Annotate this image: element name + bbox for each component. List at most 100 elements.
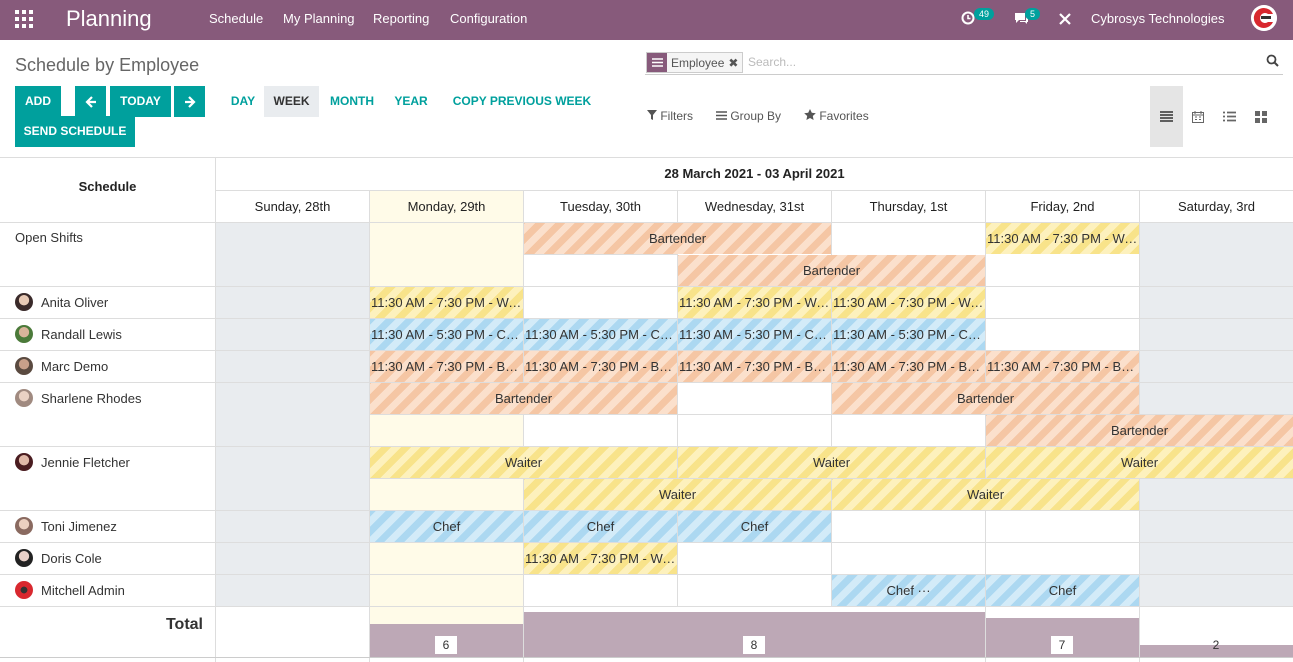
day-header: Tuesday, 30th bbox=[560, 199, 641, 214]
shift-pill[interactable]: 11:30 AM - 7:30 PM - Wa... bbox=[986, 223, 1139, 254]
shift-pill[interactable]: 11:30 AM - 5:30 PM - Chef bbox=[832, 319, 985, 350]
favorites-menu[interactable]: Favorites bbox=[804, 109, 869, 123]
search-input[interactable]: Search... bbox=[748, 55, 796, 69]
shift-pill[interactable]: 11:30 AM - 7:30 PM - Wa... bbox=[678, 287, 831, 318]
shift-pill[interactable]: 11:30 AM - 7:30 PM - Bar... bbox=[986, 351, 1139, 382]
messages-badge: 5 bbox=[1025, 8, 1041, 20]
scale-week[interactable]: WEEK bbox=[264, 86, 319, 117]
debug-tools-icon[interactable] bbox=[1058, 12, 1072, 29]
avatar bbox=[15, 517, 33, 535]
row-mitchell-admin[interactable]: Mitchell Admin bbox=[15, 581, 125, 599]
send-schedule-button[interactable]: SEND SCHEDULE bbox=[15, 116, 135, 147]
grid-line bbox=[0, 606, 1293, 607]
shift-pill[interactable]: Waiter bbox=[678, 447, 985, 478]
shift-pill[interactable]: 11:30 AM - 7:30 PM - Wa... bbox=[524, 543, 677, 574]
filters-menu[interactable]: Filters bbox=[647, 109, 693, 123]
row-toni-jimenez[interactable]: Toni Jimenez bbox=[15, 517, 117, 535]
filters-label: Filters bbox=[660, 109, 694, 123]
scale-year[interactable]: YEAR bbox=[389, 86, 433, 117]
row-randall-lewis[interactable]: Randall Lewis bbox=[15, 325, 122, 343]
control-panel: Schedule by Employee ADD TODAY SEND SCHE… bbox=[0, 40, 1293, 158]
row-jennie-fletcher[interactable]: Jennie Fletcher bbox=[15, 453, 130, 471]
shift-pill[interactable]: Chef bbox=[524, 511, 677, 542]
day-header: Monday, 29th bbox=[407, 199, 486, 214]
grid-line bbox=[216, 190, 1293, 191]
view-gantt-icon[interactable] bbox=[1150, 86, 1183, 147]
shift-pill[interactable]: Bartender bbox=[370, 383, 677, 414]
activity-badge: 49 bbox=[974, 8, 995, 20]
shift-pill[interactable]: 11:30 AM - 5:30 PM - Chef bbox=[370, 319, 523, 350]
shift-pill[interactable]: Bartender bbox=[986, 415, 1293, 446]
shift-pill[interactable]: 11:30 AM - 7:30 PM - Bar... bbox=[832, 351, 985, 382]
copy-previous-week-button[interactable]: COPY PREVIOUS WEEK bbox=[448, 86, 596, 117]
total-label: Total bbox=[165, 616, 203, 633]
shift-pill[interactable]: Chef bbox=[986, 575, 1139, 606]
apps-menu-icon[interactable] bbox=[15, 10, 33, 28]
grid-line bbox=[0, 286, 1293, 287]
shift-pill[interactable]: 11:30 AM - 5:30 PM - Chef bbox=[524, 319, 677, 350]
today-column bbox=[370, 190, 523, 657]
row-open-shifts[interactable]: Open Shifts bbox=[15, 230, 83, 245]
shift-pill[interactable]: 11:30 AM - 7:30 PM - Wa... bbox=[832, 287, 985, 318]
today-button[interactable]: TODAY bbox=[110, 86, 171, 117]
activity-icon[interactable] bbox=[961, 11, 975, 28]
company-switcher[interactable]: Cybrosys Technologies bbox=[1091, 11, 1224, 26]
shift-pill[interactable]: 11:30 AM - 7:30 PM - Bar... bbox=[370, 351, 523, 382]
day-header: Saturday, 3rd bbox=[1177, 199, 1256, 214]
row-marc-demo[interactable]: Marc Demo bbox=[15, 357, 108, 375]
total-value: 2 bbox=[1212, 638, 1220, 652]
user-avatar[interactable] bbox=[1251, 5, 1277, 31]
total-today-bg bbox=[370, 607, 523, 625]
previous-button[interactable] bbox=[75, 86, 106, 117]
grid-line bbox=[215, 158, 216, 662]
add-button[interactable]: ADD bbox=[15, 86, 61, 117]
menu-reporting[interactable]: Reporting bbox=[373, 11, 429, 26]
search-icon[interactable] bbox=[1266, 54, 1279, 70]
scale-day[interactable]: DAY bbox=[224, 86, 262, 117]
shift-pill[interactable]: 11:30 AM - 7:30 PM - Bar... bbox=[678, 351, 831, 382]
scale-month[interactable]: MONTH bbox=[322, 86, 382, 117]
shift-pill[interactable]: Waiter bbox=[524, 479, 831, 510]
group-by-menu[interactable]: Group By bbox=[716, 109, 781, 123]
row-doris-cole[interactable]: Doris Cole bbox=[15, 549, 102, 567]
day-header: Thursday, 1st bbox=[869, 199, 948, 214]
remove-facet-icon[interactable]: ✖ bbox=[728, 56, 742, 70]
avatar bbox=[15, 549, 33, 567]
shift-pill[interactable]: Waiter bbox=[370, 447, 677, 478]
row-sharlene-rhodes[interactable]: Sharlene Rhodes bbox=[15, 389, 141, 407]
row-anita-oliver[interactable]: Anita Oliver bbox=[15, 293, 108, 311]
view-calendar-icon[interactable] bbox=[1181, 86, 1214, 147]
menu-my-planning[interactable]: My Planning bbox=[283, 11, 355, 26]
row-label: Jennie Fletcher bbox=[41, 454, 130, 470]
shift-pill[interactable]: Waiter bbox=[986, 447, 1293, 478]
row-label: Open Shifts bbox=[15, 230, 83, 245]
top-navbar: Planning Schedule My Planning Reporting … bbox=[0, 0, 1293, 40]
arrow-right-icon bbox=[184, 96, 196, 108]
view-list-icon[interactable] bbox=[1213, 86, 1246, 147]
view-kanban-icon[interactable] bbox=[1244, 86, 1277, 147]
shift-pill[interactable]: Chef ··· bbox=[832, 575, 985, 606]
menu-schedule[interactable]: Schedule bbox=[209, 11, 263, 26]
star-icon bbox=[804, 109, 816, 120]
menu-configuration[interactable]: Configuration bbox=[450, 11, 527, 26]
grid-line bbox=[523, 190, 524, 662]
app-brand[interactable]: Planning bbox=[66, 6, 152, 32]
shift-pill[interactable]: Waiter bbox=[832, 479, 1139, 510]
avatar bbox=[15, 325, 33, 343]
shift-pill[interactable]: 11:30 AM - 5:30 PM - Chef bbox=[678, 319, 831, 350]
next-button[interactable] bbox=[174, 86, 205, 117]
search-facet-employee[interactable]: Employee ✖ bbox=[646, 52, 744, 73]
shift-pill[interactable]: Chef bbox=[678, 511, 831, 542]
shift-pill[interactable]: Bartender bbox=[832, 383, 1139, 414]
total-value: 7 bbox=[1051, 636, 1073, 654]
group-by-label: Group By bbox=[730, 109, 782, 123]
shift-pill[interactable]: Bartender bbox=[524, 223, 831, 254]
row-label: Toni Jimenez bbox=[41, 518, 117, 534]
shift-pill[interactable]: Bartender bbox=[678, 255, 985, 286]
total-value: 8 bbox=[743, 636, 765, 654]
shift-pill[interactable]: 11:30 AM - 7:30 PM - Bar... bbox=[524, 351, 677, 382]
shift-pill[interactable]: Chef bbox=[370, 511, 523, 542]
row-label: Anita Oliver bbox=[41, 294, 109, 310]
day-header: Wednesday, 31st bbox=[704, 199, 805, 214]
shift-pill[interactable]: 11:30 AM - 7:30 PM - Wa... bbox=[370, 287, 523, 318]
